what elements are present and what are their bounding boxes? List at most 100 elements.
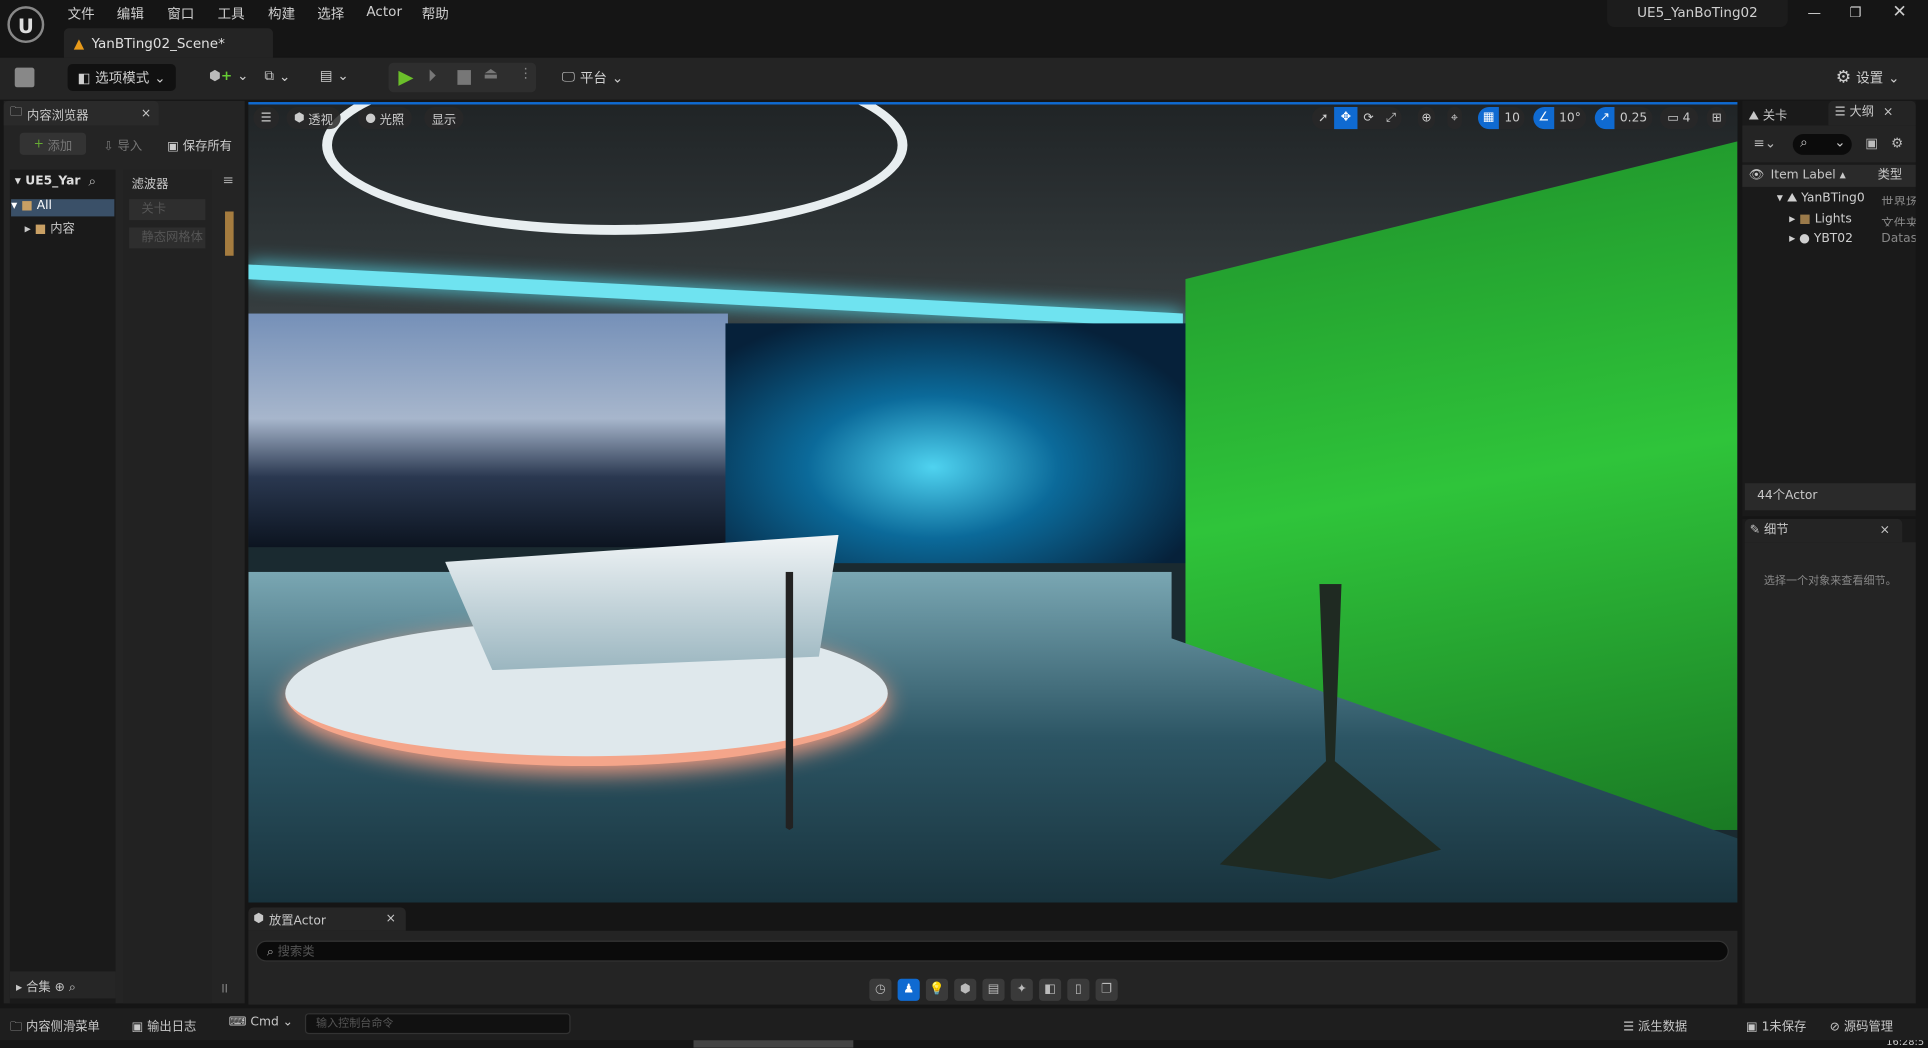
content-drawer-button[interactable]: 🗀 内容侧滑菜单: [10, 1016, 100, 1039]
basic-icon[interactable]: ♟: [897, 978, 920, 1001]
add-button[interactable]: + 添加: [19, 132, 87, 155]
unreal-logo[interactable]: U: [7, 6, 45, 44]
filter-icon[interactable]: ≡⌄: [1753, 135, 1776, 151]
menu-build[interactable]: 构建: [268, 4, 295, 24]
taskbar-scrollbar[interactable]: [693, 1040, 854, 1048]
all-classes-icon[interactable]: ❐: [1095, 978, 1118, 1001]
settings-button[interactable]: ⚙ 设置 ⌄: [1836, 68, 1900, 88]
unsaved-button[interactable]: ▣ 1未保存: [1746, 1016, 1806, 1035]
angle-icon: ∠: [1533, 106, 1555, 130]
close-icon[interactable]: ×: [1883, 106, 1893, 120]
root-label: UE5_Yar: [25, 174, 81, 189]
tab-outliner[interactable]: ☰ 大纲 ×: [1828, 100, 1916, 126]
import-button[interactable]: ⇩ 导入: [103, 135, 142, 154]
move-icon[interactable]: ✥: [1334, 106, 1358, 130]
visibility-icon[interactable]: 👁: [1748, 168, 1764, 182]
viewport-menu-button[interactable]: ☰: [253, 106, 280, 130]
source-control-button[interactable]: ⊘ 源码管理: [1830, 1016, 1893, 1035]
level-tab[interactable]: ▲ YanBTing02_Scene*: [63, 28, 273, 58]
save-icon[interactable]: [14, 67, 35, 88]
col-item-label[interactable]: Item Label ▴: [1771, 165, 1846, 187]
tree-item-content[interactable]: ▸ ■ 内容: [25, 218, 75, 237]
surface-snap-toggle[interactable]: ⌖: [1447, 106, 1462, 130]
search-icon[interactable]: ⌕: [69, 981, 76, 995]
rotation-snap[interactable]: ∠ 10°: [1533, 106, 1586, 130]
viewport-layout-button[interactable]: ⊞: [1706, 106, 1727, 130]
shapes-icon[interactable]: ⬢: [954, 978, 977, 1001]
cinematics-button[interactable]: ▤ ⌄: [320, 68, 349, 84]
cmd-selector[interactable]: ⌨ Cmd ⌄: [229, 1016, 293, 1030]
outliner-row[interactable]: ▾ ⛰ YanBTing0 世界场: [1777, 192, 1916, 206]
details-tab[interactable]: ✎ 细节 ×: [1744, 518, 1903, 543]
recent-icon[interactable]: ◷: [869, 978, 892, 1001]
collections-toggle[interactable]: ▸ 合集 ⊕ ⌕: [16, 976, 76, 995]
resize-handle-icon[interactable]: II: [221, 984, 228, 996]
close-icon[interactable]: ×: [141, 106, 151, 120]
level-tab-label: YanBTing02_Scene*: [91, 35, 225, 52]
outliner-row[interactable]: ▸ ● YBT02 Datas: [1789, 232, 1916, 246]
menu-window[interactable]: 窗口: [167, 4, 194, 24]
close-icon[interactable]: ×: [1880, 519, 1890, 542]
scale-snap-value: 0.25: [1619, 111, 1648, 125]
eject-button[interactable]: ⏏: [483, 65, 498, 83]
step-button[interactable]: ⏵: [428, 66, 437, 86]
gear-icon[interactable]: ⚙: [1891, 135, 1903, 151]
scale-icon[interactable]: ⤢: [1380, 111, 1402, 125]
minimize-button[interactable]: —: [1808, 5, 1822, 21]
filter-options-icon[interactable]: ≡: [223, 172, 234, 188]
world-icon: ⛰: [1786, 191, 1798, 206]
rotate-icon[interactable]: ⟳: [1357, 111, 1380, 125]
geometry-icon[interactable]: ◧: [1039, 978, 1062, 1001]
perspective-button[interactable]: ⬢ 透视: [286, 106, 341, 130]
output-log-button[interactable]: ▣ 输出日志: [132, 1016, 197, 1035]
menu-actor[interactable]: Actor: [366, 4, 402, 20]
root-folder[interactable]: ▾ UE5_Yar: [15, 175, 81, 189]
class-search-input[interactable]: ⌕ 搜索类: [255, 940, 1729, 962]
play-button[interactable]: ▶: [398, 65, 413, 88]
grid-snap[interactable]: ▦ 10: [1477, 106, 1525, 130]
search-icon[interactable]: ⌕: [89, 173, 97, 190]
filter-static-mesh[interactable]: 静态网格体: [129, 227, 206, 249]
visual-effects-icon[interactable]: ✦: [1010, 978, 1033, 1001]
place-actor-tab[interactable]: ⬢ 放置Actor ×: [248, 907, 406, 931]
scale-snap[interactable]: ↗ 0.25: [1594, 106, 1653, 130]
menu-help[interactable]: 帮助: [422, 4, 449, 24]
col-type[interactable]: 类型: [1878, 165, 1903, 187]
platform-button[interactable]: 🖵 平台 ⌄: [562, 68, 623, 88]
camera-speed[interactable]: ▭ 4: [1659, 106, 1698, 130]
outliner-row[interactable]: ▸ ■ Lights 文件夹: [1789, 213, 1916, 227]
volumes-icon[interactable]: ▯: [1067, 978, 1090, 1001]
console-command-input[interactable]: 输入控制台命令: [304, 1013, 571, 1035]
menu-tools[interactable]: 工具: [218, 4, 245, 24]
world-local-toggle[interactable]: ⊕: [1417, 106, 1436, 130]
lighting-button[interactable]: ● 光照: [357, 106, 412, 130]
mode-select[interactable]: ◧ 选项模式 ⌄: [67, 63, 176, 91]
level-viewport[interactable]: [248, 102, 1738, 903]
add-collection-icon[interactable]: ⊕: [55, 981, 65, 995]
more-icon[interactable]: ⋮: [519, 65, 533, 81]
content-browser-tab[interactable]: 🗀 内容浏览器 ×: [3, 100, 159, 126]
outliner-search[interactable]: ⌕ ⌄: [1792, 134, 1852, 155]
add-actor-button[interactable]: ⬢+ ⌄: [209, 68, 248, 84]
show-button[interactable]: 显示: [424, 106, 464, 130]
filter-levels[interactable]: 关卡: [129, 199, 206, 221]
blueprint-button[interactable]: ⧉ ⌄: [264, 68, 290, 85]
restore-button[interactable]: ❐: [1849, 5, 1861, 21]
tab-levels[interactable]: ⛰ 关卡: [1748, 105, 1787, 123]
menu-file[interactable]: 文件: [68, 4, 95, 24]
cinematic-icon[interactable]: ▤: [982, 978, 1005, 1001]
light-icon[interactable]: 💡: [925, 978, 949, 1001]
menu-select[interactable]: 选择: [317, 4, 344, 24]
close-icon[interactable]: ×: [386, 912, 396, 926]
scrollbar[interactable]: [225, 211, 234, 256]
menu-edit[interactable]: 编辑: [117, 4, 144, 24]
stop-button[interactable]: [457, 70, 471, 85]
derived-data-button[interactable]: ☰ 派生数据: [1623, 1016, 1687, 1035]
select-icon[interactable]: ➚: [1312, 111, 1335, 125]
close-button[interactable]: ✕: [1892, 2, 1906, 22]
tree-item-all[interactable]: ▾ ■ All: [11, 199, 115, 217]
item-label: YanBTing0: [1801, 191, 1865, 206]
save-all-button[interactable]: ▣ 保存所有: [167, 135, 232, 154]
item-label: YBT02: [1813, 232, 1853, 246]
add-folder-icon[interactable]: ▣: [1865, 135, 1878, 151]
